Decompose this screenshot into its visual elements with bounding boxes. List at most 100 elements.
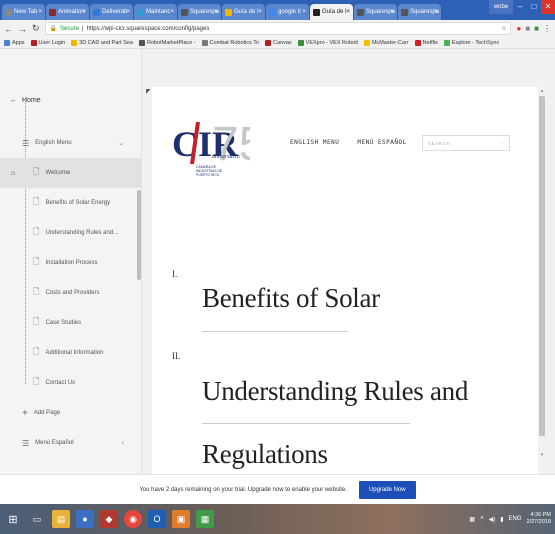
bookmark-favicon-icon bbox=[414, 39, 421, 46]
tab-label: google ti bbox=[278, 9, 301, 15]
forward-icon[interactable]: → bbox=[18, 24, 27, 34]
nav-english-menu[interactable]: ENGLISH MENU bbox=[290, 139, 339, 146]
maximize-icon[interactable]: □ bbox=[527, 0, 541, 14]
page-icon: 🗋 bbox=[33, 317, 40, 326]
browser-tab[interactable]: Squarespa × bbox=[354, 4, 397, 20]
extension-icon-2[interactable]: ■ bbox=[525, 24, 530, 33]
tab-favicon-icon bbox=[313, 8, 320, 16]
bookmark-item[interactable]: Apps bbox=[4, 39, 25, 46]
sidebar-item-section[interactable]: ☰ Menú Español ‹ bbox=[0, 428, 142, 458]
clock[interactable]: 4:36 PM 2/27/2018 bbox=[527, 512, 551, 526]
sidebar-item-child[interactable]: ⌂ 🗋 Welcome bbox=[0, 158, 142, 188]
tab-close-icon[interactable]: × bbox=[126, 9, 130, 15]
sidebar-item-add-page[interactable]: + Add Page bbox=[0, 398, 142, 428]
sidebar-item-child[interactable]: 🗋 Contact Us bbox=[0, 368, 142, 398]
bookmark-label: Explore - TechSync bbox=[451, 39, 500, 46]
sidebar-item-section[interactable]: ☰ English Menu ⌄ bbox=[0, 128, 142, 158]
section-2-title-continued[interactable]: Regulations bbox=[202, 439, 328, 470]
language-indicator[interactable]: ENG bbox=[509, 516, 522, 522]
minimize-icon[interactable]: – bbox=[513, 0, 527, 14]
site-navigation: ENGLISH MENU MENÚ ESPAÑOL bbox=[290, 139, 407, 146]
tab-favicon-icon bbox=[357, 8, 364, 16]
section-2-rule bbox=[202, 423, 410, 424]
site-search-input[interactable]: SEARCH ○ bbox=[422, 135, 510, 151]
browser-tab[interactable]: Guía de I × bbox=[222, 4, 265, 20]
address-bar[interactable]: 🔒 Secure | https://wpi-cicr.squarespace.… bbox=[44, 22, 512, 35]
bookmark-label: McMaster-Carr bbox=[371, 39, 409, 46]
section-2-title[interactable]: Understanding Rules and bbox=[202, 376, 468, 407]
outlook-icon[interactable]: O bbox=[148, 510, 166, 528]
tab-close-icon[interactable]: × bbox=[170, 9, 174, 15]
close-window-icon[interactable]: ✕ bbox=[541, 0, 555, 14]
tab-close-icon[interactable]: × bbox=[258, 9, 262, 15]
app-icon-green[interactable]: ▦ bbox=[196, 510, 214, 528]
file-explorer-icon[interactable]: ▤ bbox=[52, 510, 70, 528]
trial-message: You have 2 days remaining on your trial.… bbox=[139, 486, 347, 493]
sidebar-item-child[interactable]: 🗋 Additional Information bbox=[0, 338, 142, 368]
browser-tab[interactable]: Deliverab × bbox=[90, 4, 133, 20]
section-2-numeral: II. bbox=[172, 351, 181, 361]
sidebar-item-child[interactable]: 🗋 Installation Process bbox=[0, 248, 142, 278]
sidebar-item-child[interactable]: 🗋 Understanding Rules and... bbox=[0, 218, 142, 248]
upgrade-now-button[interactable]: Upgrade Now bbox=[358, 480, 416, 499]
arrow-left-icon: ← bbox=[10, 97, 17, 104]
star-icon[interactable]: ☆ bbox=[501, 25, 506, 32]
logo-number: 75 bbox=[212, 118, 250, 171]
bookmark-item[interactable]: RobotMarketPlace - bbox=[138, 39, 196, 46]
bookmark-item[interactable]: 3D CAD and Part Sea bbox=[71, 39, 133, 46]
bookmark-item[interactable]: McMaster-Carr bbox=[363, 39, 409, 46]
bookmark-item[interactable]: User Login bbox=[30, 39, 65, 46]
sidebar-item-child[interactable]: 🗋 Benefits of Solar Energy bbox=[0, 188, 142, 218]
tab-close-icon[interactable]: × bbox=[390, 9, 394, 15]
tab-close-icon[interactable]: × bbox=[302, 9, 306, 15]
browser-tab[interactable]: Squarespa × bbox=[178, 4, 221, 20]
logo-anniversary: aniversario bbox=[212, 154, 240, 160]
tab-close-icon[interactable]: × bbox=[38, 9, 42, 15]
tab-label: Guía de I bbox=[234, 9, 259, 15]
profile-chip[interactable]: wobe bbox=[489, 0, 513, 14]
windows-start-icon[interactable]: ⊞ bbox=[4, 510, 22, 528]
section-1-numeral: I. bbox=[172, 269, 178, 279]
browser-tab[interactable]: google ti × bbox=[266, 4, 309, 20]
tab-close-icon[interactable]: × bbox=[82, 9, 86, 15]
preview-scrollbar[interactable]: ▴ ▾ bbox=[539, 88, 545, 460]
network-icon[interactable]: ▮ bbox=[500, 516, 503, 523]
browser-tab[interactable]: Maintanc × bbox=[134, 4, 177, 20]
bookmark-item[interactable]: Combat Robotics To bbox=[201, 39, 259, 46]
site-page: CIR 75 aniversario CÁMARA DE INDUSTRIAS … bbox=[152, 87, 538, 474]
task-view-icon[interactable]: ▭ bbox=[28, 510, 46, 528]
sidebar-item-child[interactable]: 🗋 Case Studies bbox=[0, 308, 142, 338]
chevron-icon[interactable]: ⌄ bbox=[118, 139, 124, 147]
browser-tab[interactable]: Squarespa × bbox=[398, 4, 441, 20]
volume-icon[interactable]: ◀) bbox=[489, 516, 496, 523]
bookmark-favicon-icon bbox=[30, 39, 37, 46]
keyboard-icon[interactable]: ▦ bbox=[469, 516, 475, 523]
app-icon-red[interactable]: ◆ bbox=[100, 510, 118, 528]
extension-icon-3[interactable]: ■ bbox=[534, 24, 539, 33]
chevron-icon[interactable]: ‹ bbox=[122, 440, 124, 447]
bookmark-item[interactable]: Canvas bbox=[265, 39, 292, 46]
app-icon-orange[interactable]: ▣ bbox=[172, 510, 190, 528]
tab-close-icon[interactable]: × bbox=[434, 9, 438, 15]
tray-chevron-icon[interactable]: ˄ bbox=[480, 516, 484, 522]
sidebar-scrollbar[interactable] bbox=[137, 190, 141, 280]
browser-tab[interactable]: New Tab × bbox=[2, 4, 45, 20]
bookmark-item[interactable]: VEXpro - VEX Roboti bbox=[297, 39, 358, 46]
bookmark-item[interactable]: Explore - TechSync bbox=[443, 39, 500, 46]
chrome-icon[interactable]: ◉ bbox=[124, 510, 142, 528]
clock-time: 4:36 PM bbox=[530, 512, 551, 518]
sidebar-item-label: Add Page bbox=[33, 410, 61, 416]
nav-menu-espanol[interactable]: MENÚ ESPAÑOL bbox=[357, 139, 406, 146]
extension-icon-1[interactable]: ● bbox=[516, 24, 521, 33]
menu-icon[interactable]: ⋮ bbox=[543, 24, 551, 33]
tab-close-icon[interactable]: × bbox=[346, 9, 350, 15]
sidebar-item-child[interactable]: 🗋 Costs and Providers bbox=[0, 278, 142, 308]
app-icon-blue[interactable]: ● bbox=[76, 510, 94, 528]
back-icon[interactable]: ← bbox=[4, 24, 13, 34]
bookmark-item[interactable]: Netflix bbox=[414, 39, 438, 46]
tab-close-icon[interactable]: × bbox=[214, 9, 218, 15]
browser-tab[interactable]: Guía de I × bbox=[310, 4, 353, 20]
reload-icon[interactable]: ↻ bbox=[32, 23, 40, 34]
section-1-title[interactable]: Benefits of Solar bbox=[202, 283, 380, 314]
browser-tab[interactable]: Animation × bbox=[46, 4, 89, 20]
